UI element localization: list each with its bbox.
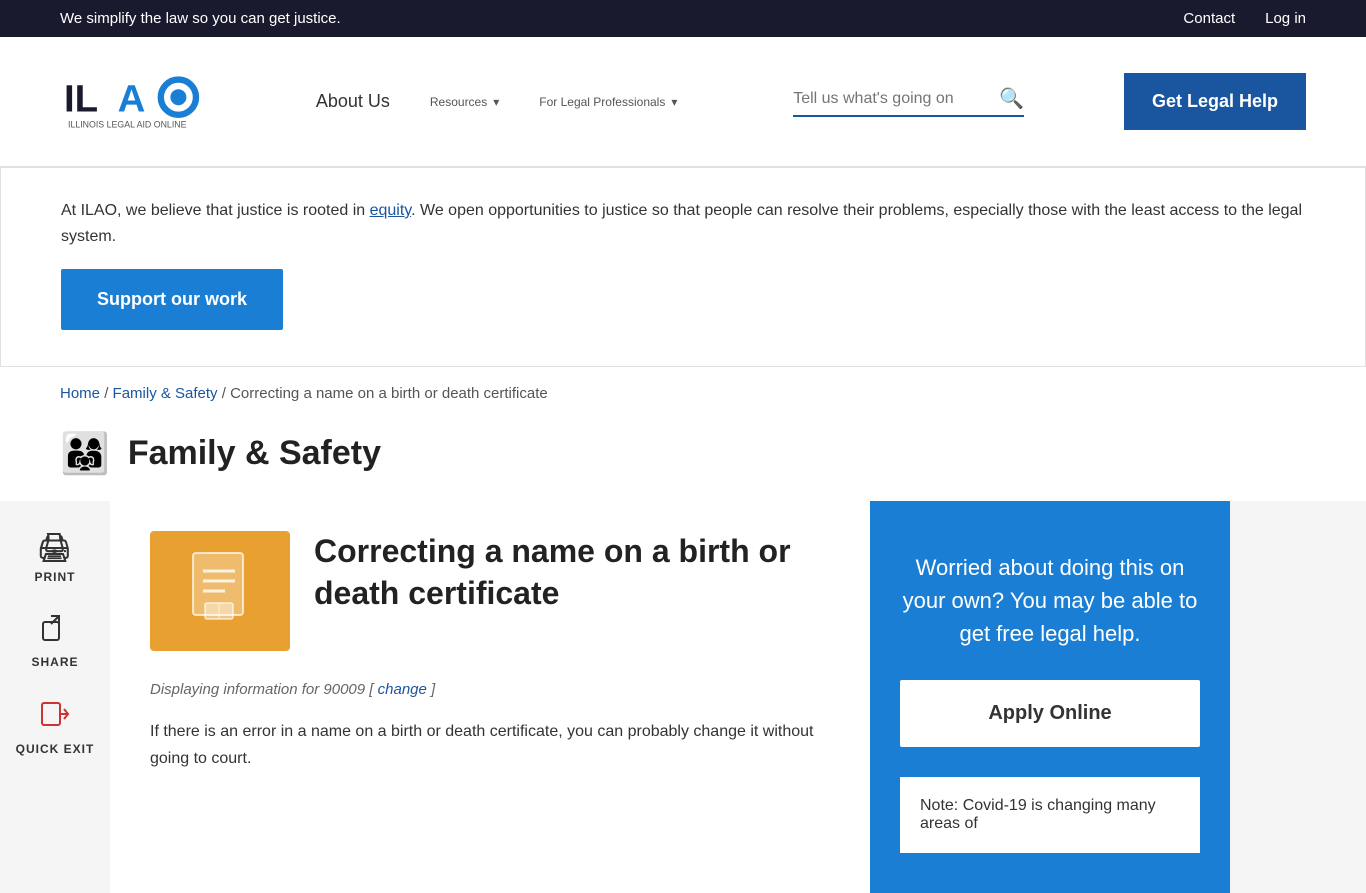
equity-link[interactable]: equity bbox=[370, 202, 412, 219]
category-title: Family & Safety bbox=[128, 434, 381, 473]
print-icon: 🖨 bbox=[37, 531, 74, 564]
article-top: Correcting a name on a birth or death ce… bbox=[150, 531, 830, 651]
document-icon bbox=[185, 551, 255, 631]
article-title: Correcting a name on a birth or death ce… bbox=[314, 531, 830, 614]
login-link[interactable]: Log in bbox=[1265, 10, 1306, 27]
family-safety-icon: 👨‍👩‍👧 bbox=[60, 430, 110, 477]
get-legal-help-button[interactable]: Get Legal Help bbox=[1124, 73, 1306, 130]
logo[interactable]: IL A ILLINOIS LEGAL AID ONLINE bbox=[60, 67, 220, 137]
svg-text:IL: IL bbox=[64, 77, 98, 120]
search-icon[interactable]: 🔍 bbox=[999, 86, 1024, 111]
nav-about[interactable]: About Us bbox=[296, 91, 410, 112]
breadcrumb-category[interactable]: Family & Safety bbox=[113, 385, 218, 402]
contact-link[interactable]: Contact bbox=[1183, 10, 1235, 27]
chevron-down-icon: ▾ bbox=[671, 95, 677, 109]
nav-links: About Us Resources ▾ For Legal Professio… bbox=[296, 91, 698, 112]
right-sidebar: Worried about doing this on your own? Yo… bbox=[870, 501, 1230, 893]
article-thumbnail bbox=[150, 531, 290, 651]
share-action[interactable]: SHARE bbox=[31, 614, 78, 669]
apply-online-button[interactable]: Apply Online bbox=[900, 680, 1200, 747]
main-nav: IL A ILLINOIS LEGAL AID ONLINE About Us … bbox=[0, 37, 1366, 167]
article-area: Correcting a name on a birth or death ce… bbox=[110, 501, 870, 893]
print-action[interactable]: 🖨 PRINT bbox=[35, 531, 76, 584]
article-location: Displaying information for 90009 [ chang… bbox=[150, 681, 830, 698]
quick-exit-icon bbox=[40, 699, 70, 736]
breadcrumb-current: Correcting a name on a birth or death ce… bbox=[230, 385, 548, 402]
svg-text:ILLINOIS LEGAL AID ONLINE: ILLINOIS LEGAL AID ONLINE bbox=[68, 119, 187, 129]
note-box: Note: Covid-19 is changing many areas of bbox=[900, 777, 1200, 853]
help-text: Worried about doing this on your own? Yo… bbox=[900, 551, 1200, 650]
quick-exit-label: QUICK EXIT bbox=[16, 742, 95, 756]
change-location-link[interactable]: change bbox=[378, 681, 427, 698]
print-label: PRINT bbox=[35, 570, 76, 584]
category-header: 👨‍👩‍👧 Family & Safety bbox=[0, 420, 1366, 501]
note-text: Note: Covid-19 is changing many areas of bbox=[920, 797, 1180, 833]
top-bar: We simplify the law so you can get justi… bbox=[0, 0, 1366, 37]
share-icon bbox=[41, 614, 69, 649]
logo-svg: IL A ILLINOIS LEGAL AID ONLINE bbox=[60, 67, 220, 137]
quick-exit-action[interactable]: QUICK EXIT bbox=[16, 699, 95, 756]
nav-resources[interactable]: Resources ▾ bbox=[410, 95, 519, 109]
search-bar: 🔍 bbox=[793, 86, 1024, 117]
top-bar-links: Contact Log in bbox=[1183, 10, 1306, 27]
support-button[interactable]: Support our work bbox=[61, 269, 283, 330]
main-content: 🖨 PRINT SHARE QUICK EXIT bbox=[0, 501, 1366, 893]
mission-text: At ILAO, we believe that justice is root… bbox=[61, 198, 1305, 249]
breadcrumb: Home / Family & Safety / Correcting a na… bbox=[0, 367, 1366, 420]
nav-legal-professionals[interactable]: For Legal Professionals ▾ bbox=[519, 95, 697, 109]
mission-banner: At ILAO, we believe that justice is root… bbox=[0, 167, 1366, 367]
search-input[interactable] bbox=[793, 90, 993, 108]
chevron-down-icon: ▾ bbox=[493, 95, 499, 109]
tagline: We simplify the law so you can get justi… bbox=[60, 10, 341, 27]
breadcrumb-home[interactable]: Home bbox=[60, 385, 100, 402]
left-sidebar: 🖨 PRINT SHARE QUICK EXIT bbox=[0, 501, 110, 893]
svg-text:A: A bbox=[118, 77, 146, 120]
share-label: SHARE bbox=[31, 655, 78, 669]
article-body: If there is an error in a name on a birt… bbox=[150, 718, 830, 772]
